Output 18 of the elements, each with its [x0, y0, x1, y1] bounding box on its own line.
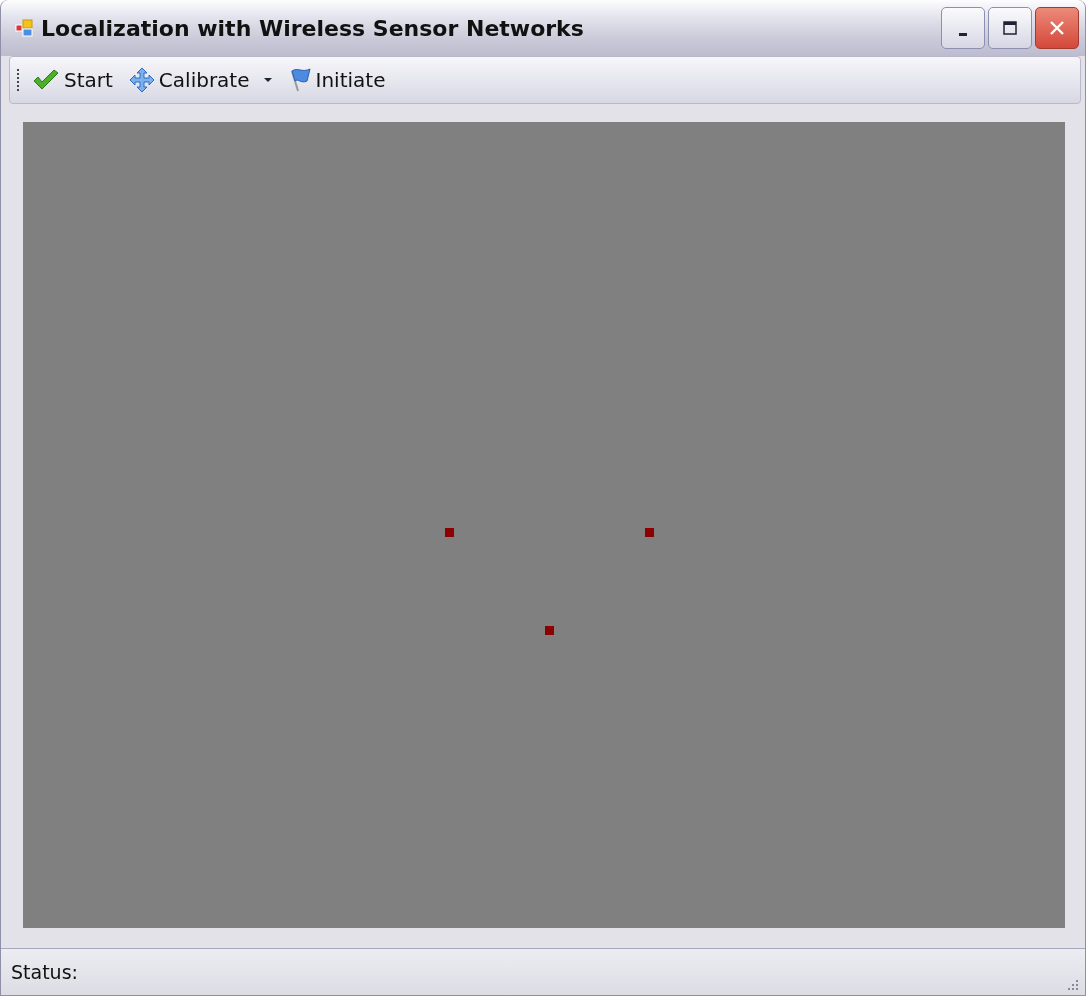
- toolbar-button[interactable]: Calibrate: [124, 65, 276, 95]
- sensor-node: [545, 626, 554, 635]
- app-icon: [15, 19, 33, 37]
- status-label: Status:: [11, 961, 78, 983]
- sensor-node: [645, 528, 654, 537]
- maximize-button[interactable]: [988, 7, 1032, 49]
- close-button[interactable]: [1035, 7, 1079, 49]
- resize-grip-icon[interactable]: [1067, 979, 1079, 991]
- toolbar-button[interactable]: Initiate: [283, 65, 390, 95]
- move-arrows-icon: [128, 67, 155, 93]
- window-title: Localization with Wireless Sensor Networks: [41, 15, 585, 41]
- grip-icon[interactable]: [16, 67, 20, 93]
- minimize-icon: [959, 32, 967, 36]
- close-icon: [1049, 20, 1065, 36]
- sensor-node: [445, 528, 454, 537]
- checkmark-icon: [32, 69, 60, 91]
- toolbar-button[interactable]: Start: [28, 66, 117, 94]
- maximize-icon: [1002, 20, 1018, 36]
